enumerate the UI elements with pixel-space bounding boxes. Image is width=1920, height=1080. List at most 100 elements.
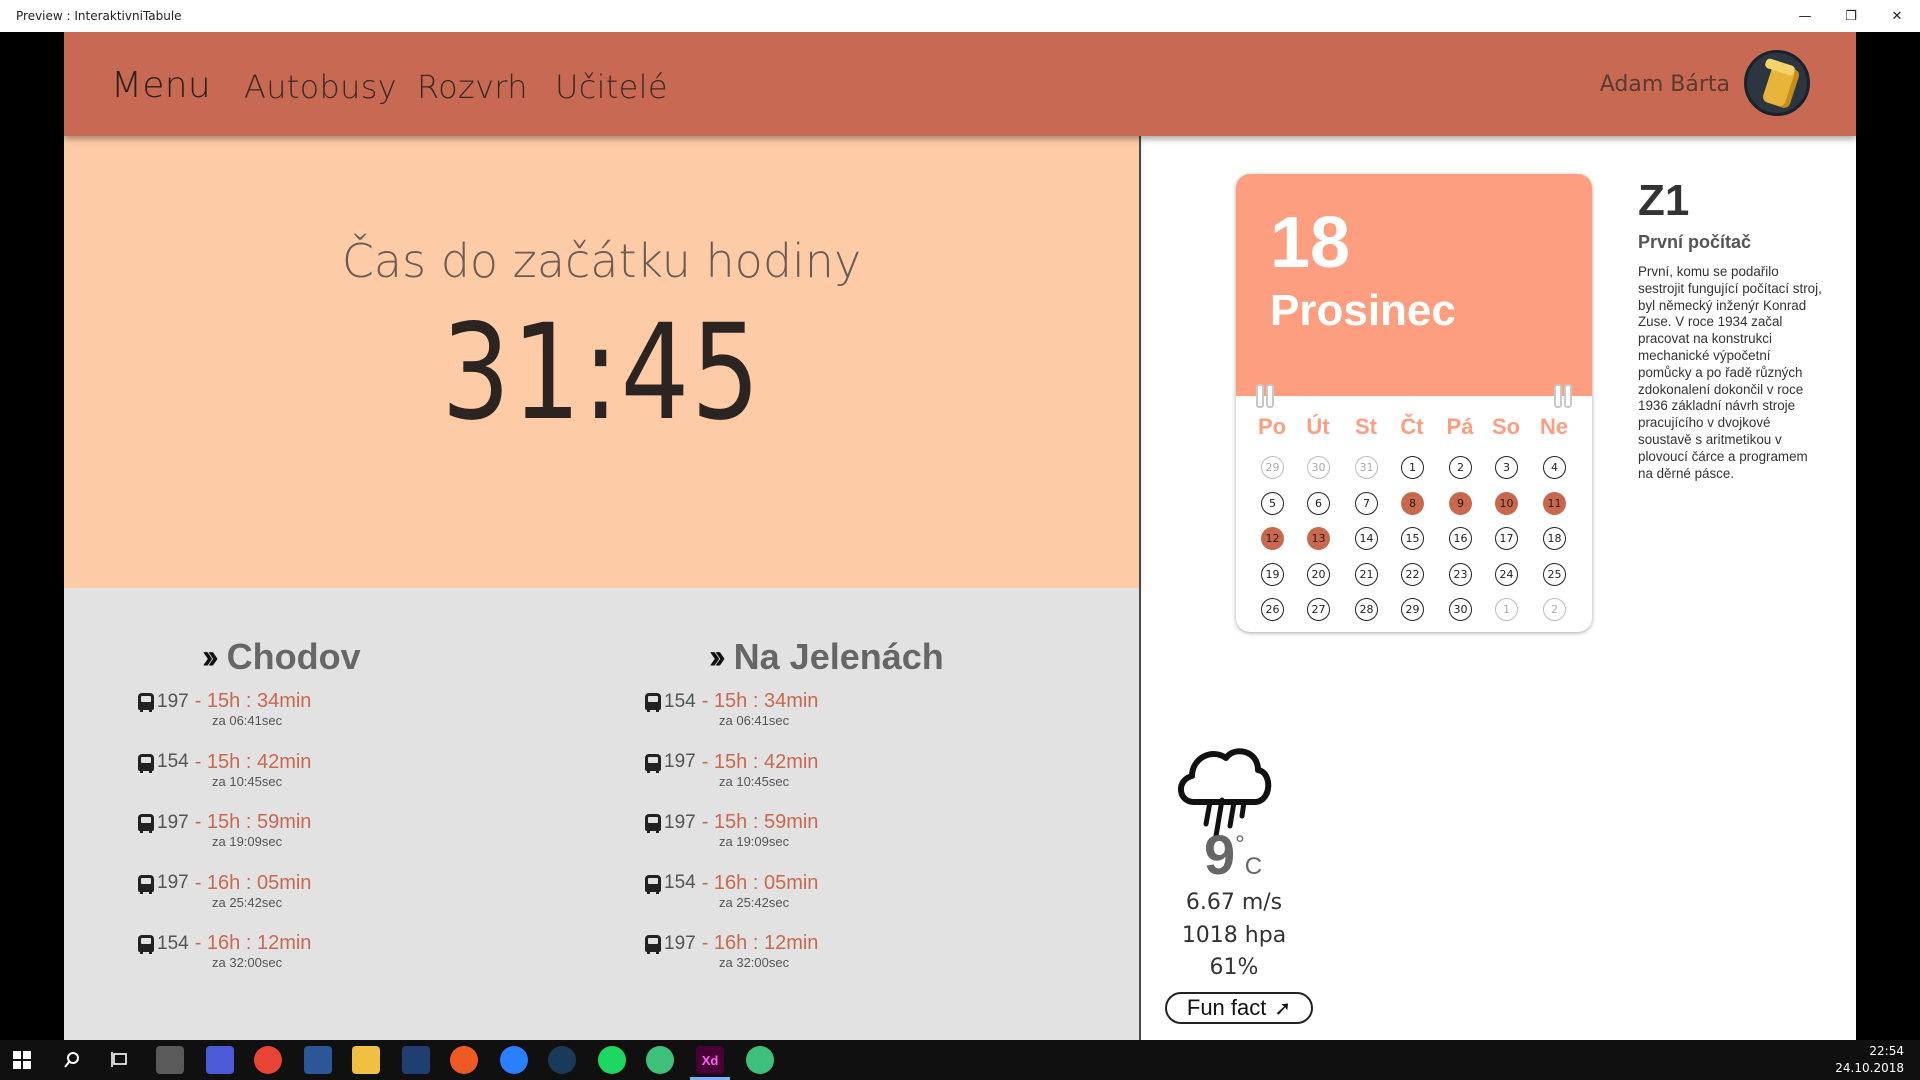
departure-row: 154- 15h : 34min za 06:41sec (645, 690, 945, 751)
task-view-icon[interactable] (106, 1046, 134, 1074)
departure-countdown: za 25:42sec (212, 894, 283, 910)
stop-title: ›› Chodov (202, 636, 438, 678)
calendar-day-cell[interactable]: 8 (1401, 491, 1424, 515)
departure-countdown: za 10:45sec (212, 773, 283, 789)
calendar-day-cell[interactable]: 11 (1543, 491, 1566, 515)
calendar-day-cell[interactable]: 30 (1449, 598, 1472, 621)
calendar-day-cell[interactable]: 10 (1495, 491, 1518, 515)
word-icon[interactable] (304, 1046, 332, 1074)
calendar-day-cell[interactable]: 2 (1543, 598, 1566, 621)
windows-start-icon[interactable] (8, 1046, 36, 1074)
calendar-card: 18 Prosinec Po Út St Čt Pá So Ne 29 30 31 1 2 3 4 5 6 7 8… (1236, 174, 1592, 632)
calendar-day-cell[interactable]: 29 (1261, 456, 1284, 479)
fun-fact-button[interactable]: Fun fact ➚ (1165, 992, 1313, 1024)
taskbar: Xd 22:54 24.10.2018 (0, 1040, 1920, 1080)
spotify-icon[interactable] (598, 1046, 626, 1074)
bus-icon (645, 693, 661, 712)
weekday-label: Čt (1400, 414, 1424, 439)
humidity: 61% (1209, 955, 1259, 980)
calendar-day-cell[interactable]: 18 (1543, 527, 1566, 550)
calendar-day-cell[interactable]: 13 (1307, 527, 1330, 550)
calendar-day-cell[interactable]: 29 (1401, 598, 1424, 621)
bus-line-number: 197 (664, 811, 696, 833)
calendar-day-cell[interactable]: 31 (1355, 456, 1378, 479)
calendar-day-cell[interactable]: 5 (1261, 491, 1284, 515)
adobe-xd-icon[interactable]: Xd (696, 1046, 724, 1074)
file-explorer-icon[interactable] (352, 1046, 380, 1074)
system-clock[interactable]: 22:54 24.10.2018 (1835, 1043, 1904, 1077)
chat-app-icon[interactable] (156, 1046, 184, 1074)
calendar-day-cell[interactable]: 9 (1449, 491, 1472, 515)
app-icon[interactable] (746, 1046, 774, 1074)
calendar-day-cell[interactable]: 30 (1307, 456, 1330, 479)
bus-icon (138, 753, 154, 773)
binder-ring (1564, 384, 1572, 408)
origin-icon[interactable] (450, 1046, 478, 1074)
weekday-label: Pá (1446, 414, 1474, 439)
calendar-month: Prosinec (1270, 286, 1456, 335)
visual-studio-icon[interactable] (402, 1046, 430, 1074)
calendar-day-cell[interactable]: 12 (1261, 527, 1284, 550)
calendar-day-cell[interactable]: 4 (1543, 456, 1566, 479)
calendar-day-cell[interactable]: 6 (1307, 491, 1330, 515)
steam-icon[interactable] (548, 1046, 576, 1074)
calendar-day-cell[interactable]: 26 (1261, 598, 1284, 621)
uplay-icon[interactable] (500, 1046, 528, 1074)
calendar-day-cell[interactable]: 23 (1449, 562, 1472, 586)
nav-ucitele[interactable]: Učitelé (555, 68, 668, 106)
restore-button[interactable]: ❐ (1828, 0, 1874, 32)
chrome-icon[interactable] (254, 1046, 282, 1074)
bus-line-number: 197 (157, 690, 189, 712)
gitkraken-icon[interactable] (646, 1046, 674, 1074)
user-name[interactable]: Adam Bárta (1600, 72, 1730, 97)
calendar-day-cell[interactable]: 3 (1495, 456, 1518, 479)
calendar-day-cell[interactable]: 2 (1449, 456, 1472, 479)
bus-line-number: 197 (664, 932, 696, 954)
stop-title: ›› Na Jelenách (709, 636, 945, 678)
calendar-day-cell[interactable]: 28 (1355, 598, 1378, 621)
avatar[interactable] (1744, 50, 1810, 116)
panel-divider (1139, 136, 1141, 1040)
departure-row: 197- 16h : 12min za 32:00sec (645, 932, 945, 993)
close-button[interactable]: ✕ (1874, 0, 1920, 32)
calendar-day-cell[interactable]: 25 (1543, 562, 1566, 586)
bus-line-number: 197 (157, 872, 189, 893)
calendar-day-cell[interactable]: 16 (1449, 527, 1472, 550)
departure-row: 197- 15h : 59min za 19:09sec (645, 811, 945, 872)
bus-panel: ›› Chodov 197- 15h : 34min za 06:41sec 1… (64, 588, 1139, 1040)
nav-autobusy[interactable]: Autobusy (244, 68, 397, 106)
calendar-day-cell[interactable]: 21 (1355, 562, 1378, 586)
departure-row: 197- 15h : 42min za 10:45sec (645, 751, 945, 812)
bus-icon (138, 935, 154, 954)
minimize-button[interactable]: — (1782, 0, 1828, 32)
calendar-day-cell[interactable]: 22 (1401, 562, 1424, 586)
calendar-day-cell[interactable]: 20 (1307, 562, 1330, 586)
nav-menu[interactable]: Menu (111, 65, 211, 106)
calendar-day-cell[interactable]: 17 (1495, 527, 1518, 550)
clock-date: 24.10.2018 (1835, 1061, 1904, 1075)
calendar-day-cell[interactable]: 15 (1401, 527, 1424, 550)
weekday-label: Po (1257, 414, 1287, 439)
search-icon[interactable] (58, 1046, 86, 1074)
discord-icon[interactable] (206, 1046, 234, 1074)
departure-time: - 15h : 42min (701, 750, 819, 773)
bus-icon (645, 814, 661, 833)
fact-text: První, komu se podařilo sestrojit funguj… (1638, 264, 1822, 481)
calendar-day-cell[interactable]: 27 (1307, 598, 1330, 621)
binder-ring (1256, 384, 1264, 408)
calendar-day-cell[interactable]: 19 (1261, 562, 1284, 586)
weekday-label: So (1491, 414, 1521, 439)
nav-rozvrh[interactable]: Rozvrh (417, 68, 528, 106)
calendar-day-cell[interactable]: 1 (1401, 456, 1424, 479)
departure-countdown: za 06:41sec (719, 713, 790, 728)
calendar-day-cell[interactable]: 24 (1495, 562, 1518, 586)
temperature: 9°C (1204, 822, 1262, 887)
binder-ring (1266, 384, 1274, 408)
bus-line-number: 154 (664, 690, 696, 712)
calendar-day-cell[interactable]: 1 (1495, 598, 1518, 621)
weekday-label: Út (1306, 414, 1330, 439)
fun-fact-label: Fun fact (1186, 995, 1267, 1020)
departure-time: - 15h : 42min (194, 750, 312, 773)
calendar-day-cell[interactable]: 14 (1355, 527, 1378, 550)
calendar-day-cell[interactable]: 7 (1355, 491, 1378, 515)
